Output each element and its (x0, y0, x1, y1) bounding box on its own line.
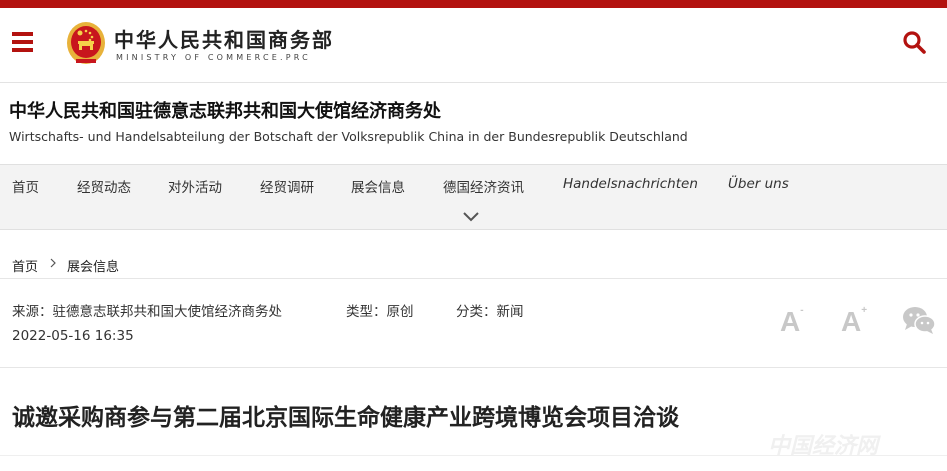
nav-item-home[interactable]: 首页 (12, 176, 39, 196)
site-title[interactable]: 中华人民共和国驻德意志联邦共和国大使馆经济商务处 (9, 97, 441, 123)
chevron-right-icon (50, 258, 56, 268)
font-increase-button[interactable]: A+ (841, 305, 867, 338)
top-accent-bar (0, 0, 947, 8)
search-icon[interactable] (902, 30, 926, 54)
national-emblem-logo[interactable] (66, 21, 106, 65)
nav-item-external-activities[interactable]: 对外活动 (168, 176, 222, 196)
site-header: 中华人民共和国商务部 MINISTRY OF COMMERCE.PRC (0, 8, 947, 83)
breadcrumb: 首页 展会信息 (0, 246, 947, 279)
nav-item-handelsnachrichten[interactable]: Handelsnachrichten (563, 176, 698, 192)
ministry-name-en[interactable]: MINISTRY OF COMMERCE.PRC (116, 53, 311, 62)
article-category: 分类：新闻 (456, 304, 524, 320)
main-nav: 首页 经贸动态 对外活动 经贸调研 展会信息 德国经济资讯 Handelsnac… (0, 164, 947, 206)
nav-item-exhibition-info[interactable]: 展会信息 (351, 176, 405, 196)
meta-divider (0, 367, 947, 368)
article-source: 来源：驻德意志联邦共和国大使馆经济商务处 (12, 304, 282, 320)
site-subtitle: Wirtschafts- und Handelsabteilung der Bo… (9, 129, 688, 144)
hamburger-menu-icon[interactable] (12, 32, 33, 54)
breadcrumb-current[interactable]: 展会信息 (67, 256, 119, 275)
article-title: 诚邀采购商参与第二届北京国际生命健康产业跨境博览会项目洽谈 (12, 405, 679, 431)
breadcrumb-home[interactable]: 首页 (12, 256, 38, 275)
nav-item-german-economy[interactable]: 德国经济资讯 (443, 176, 524, 196)
chevron-down-icon[interactable] (463, 210, 479, 222)
article-date: 2022-05-16 16:35 (12, 328, 134, 344)
article-type: 类型：原创 (346, 304, 414, 320)
font-decrease-button[interactable]: A- (780, 305, 804, 338)
wechat-icon[interactable] (902, 305, 936, 335)
title-divider (0, 455, 947, 456)
ministry-name-cn[interactable]: 中华人民共和国商务部 (114, 24, 334, 53)
nav-item-trade-research[interactable]: 经贸调研 (260, 176, 314, 196)
nav-item-trade-news[interactable]: 经贸动态 (77, 176, 131, 196)
nav-expand-bar (0, 206, 947, 230)
nav-item-ueber-uns[interactable]: Über uns (728, 176, 789, 192)
